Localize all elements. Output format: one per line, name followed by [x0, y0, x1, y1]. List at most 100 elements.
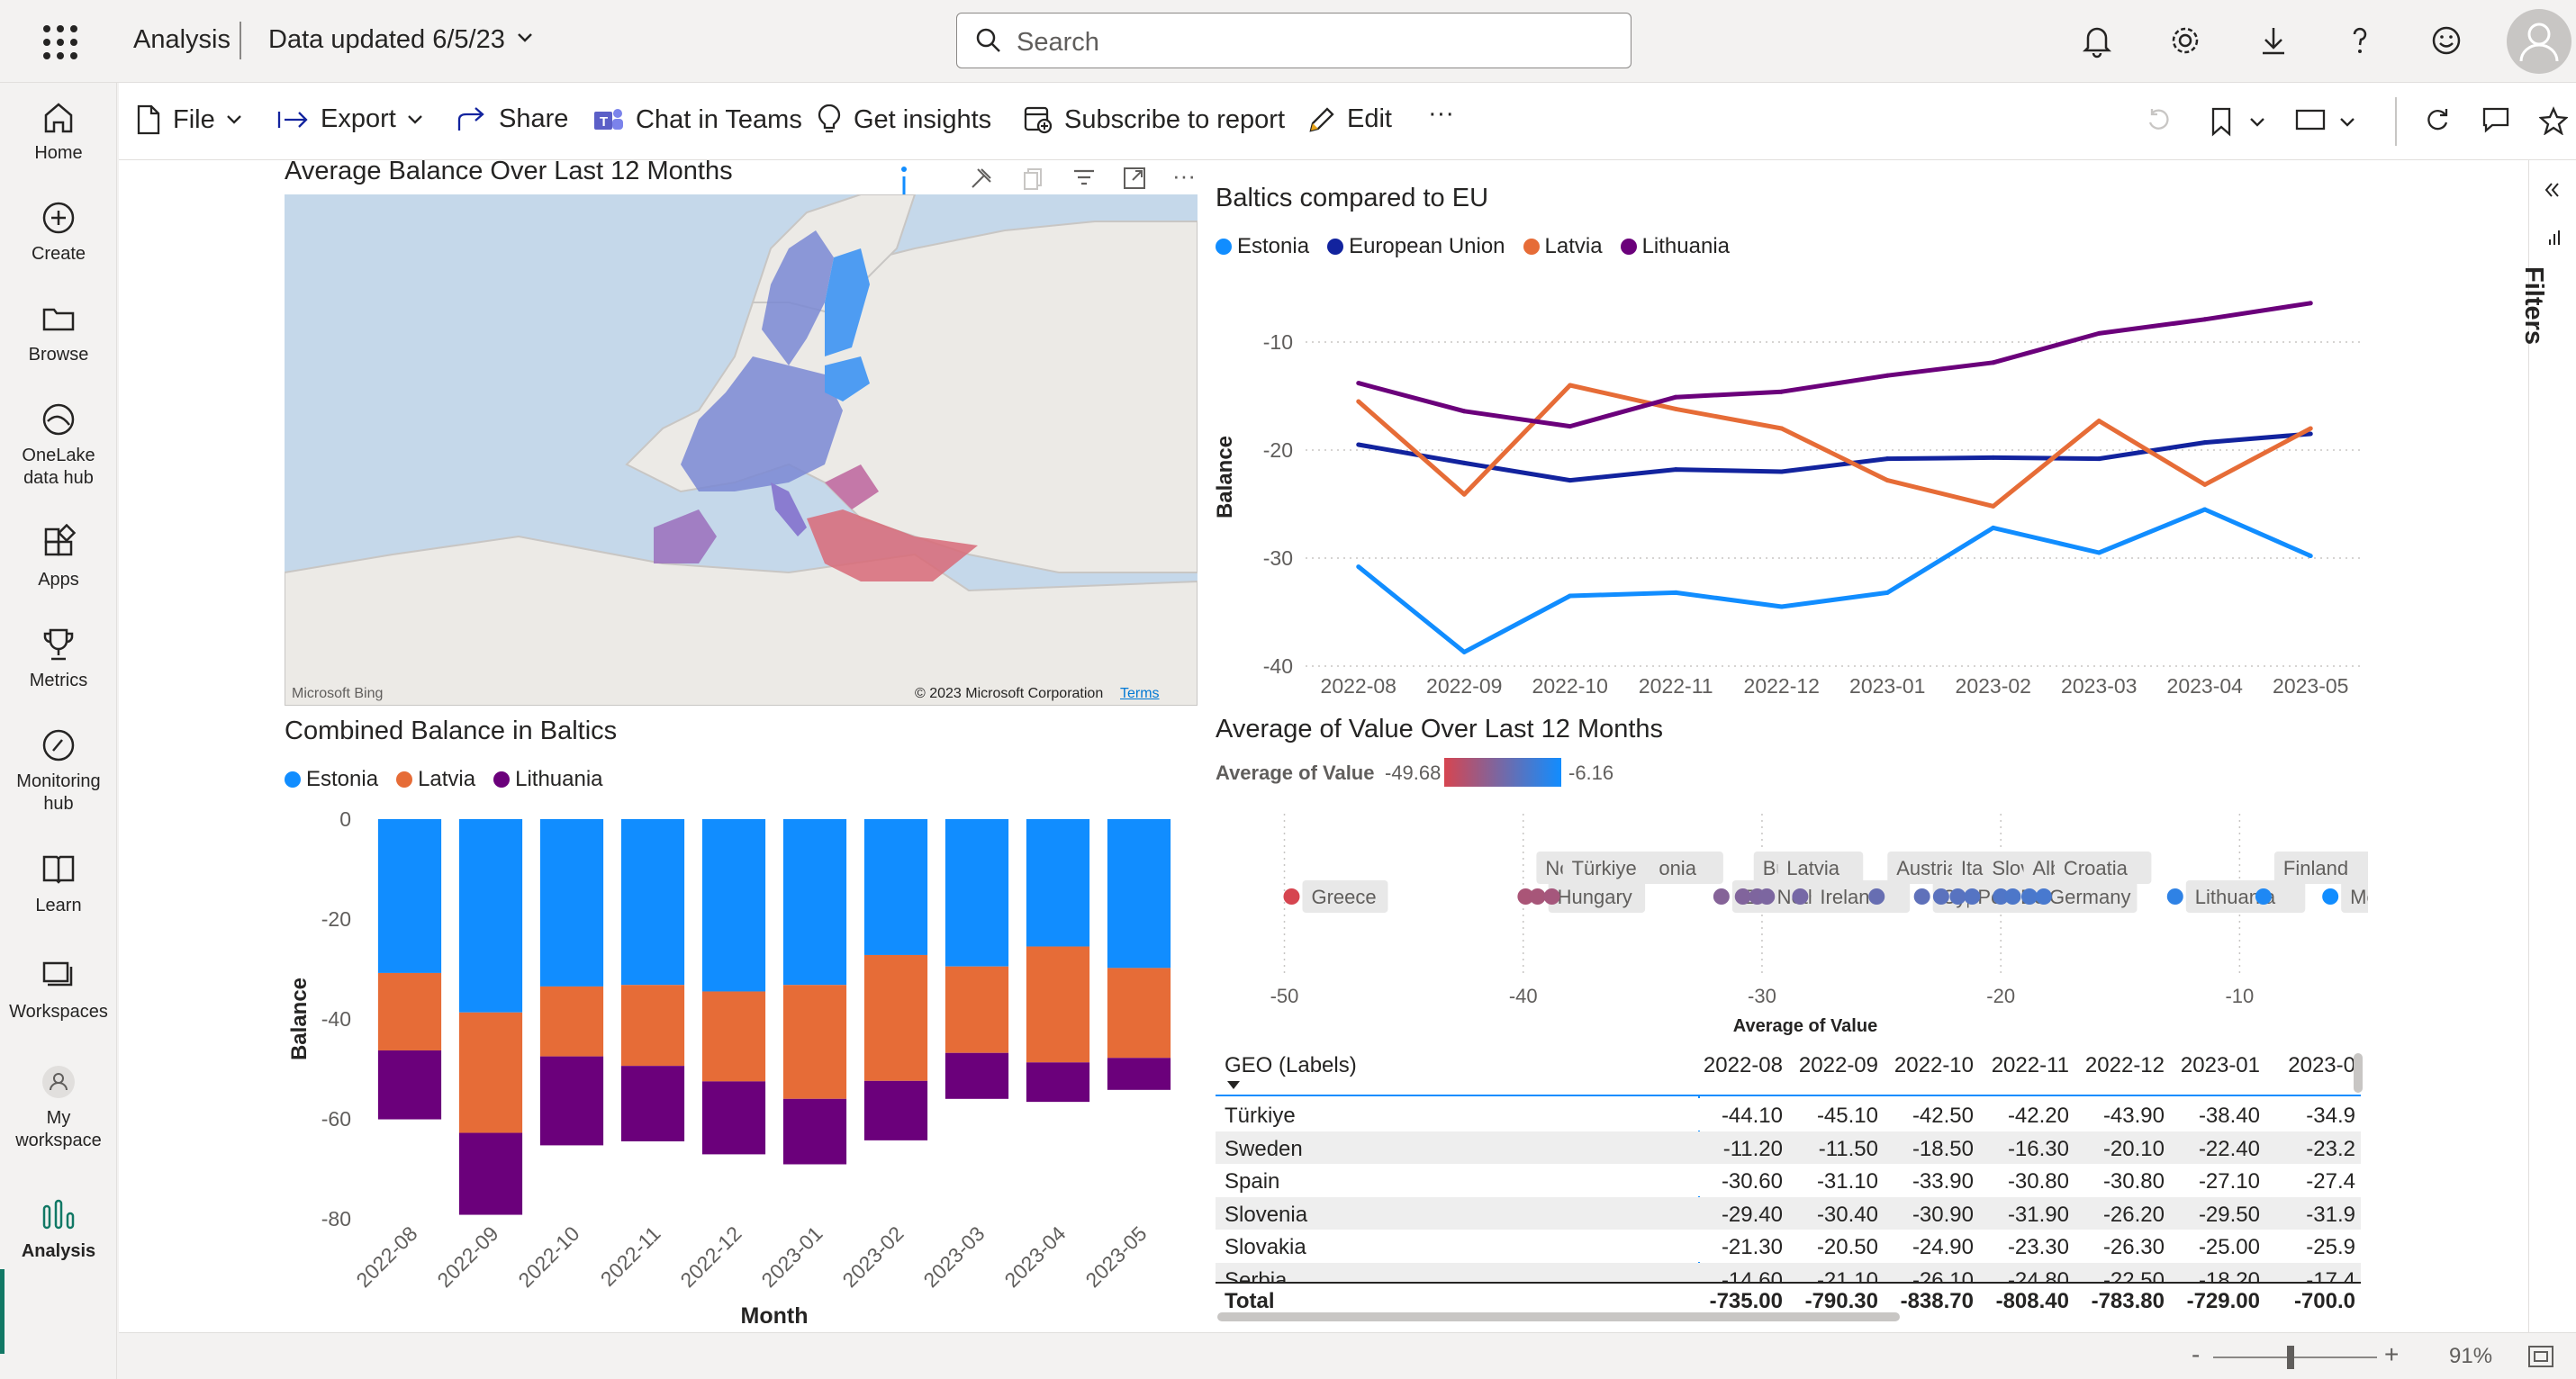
data-point — [2096, 550, 2101, 555]
chevron-down-icon[interactable] — [2249, 117, 2265, 128]
x-tick-label: 2022-09 — [432, 1221, 502, 1292]
table-cell: -33.90 — [1912, 1169, 1974, 1194]
search-input[interactable]: Search — [956, 13, 1631, 68]
nav-item-workspaces[interactable]: Workspaces — [0, 956, 117, 1023]
nav-item-create[interactable]: Create — [0, 198, 117, 266]
nav-item-learn[interactable]: Learn — [0, 850, 117, 917]
copy-visual-icon[interactable] — [1021, 166, 1046, 191]
view-icon[interactable] — [2294, 106, 2327, 133]
table-cell: -43.90 — [2102, 1104, 2165, 1128]
table-row[interactable]: Slovakia -21.30 -20.50 -24.90 -23.30 -26.30 -2… — [1216, 1230, 2361, 1262]
subscribe-button[interactable]: Subscribe to report — [1023, 104, 1285, 135]
table-cell: -30.80 — [2007, 1169, 2069, 1194]
bar-segment — [620, 985, 685, 1067]
table-row[interactable]: Spain -30.60 -31.10 -33.90 -30.80 -30.80 -27.1… — [1216, 1164, 2361, 1196]
y-tick-label: 0 — [339, 807, 351, 831]
top-bar: Analysis Data updated 6/5/23 Search — [0, 0, 2576, 83]
scatter-point — [1543, 888, 1560, 905]
reset-icon[interactable] — [2145, 106, 2172, 133]
download-icon[interactable] — [2255, 22, 2292, 59]
total-label: Total — [1225, 1289, 1275, 1313]
collapse-chevron-icon[interactable] — [2542, 180, 2562, 200]
share-button[interactable]: Share — [456, 104, 568, 134]
file-menu-button[interactable]: File — [135, 104, 242, 135]
chevron-down-icon[interactable] — [2339, 117, 2355, 128]
data-updated-label[interactable]: Data updated 6/5/23 — [268, 25, 505, 55]
data-point — [1461, 460, 1467, 465]
legend-item-lithuania[interactable]: Lithuania — [493, 767, 603, 792]
legend-item-eu[interactable]: European Union — [1327, 234, 1505, 259]
scatter-chart[interactable]: -50-40-30-20-10Average of ValueGreeceNor… — [1207, 796, 2368, 1039]
nav-item-apps[interactable]: Apps — [0, 524, 117, 591]
data-point — [1885, 478, 1890, 483]
comment-icon[interactable] — [2481, 106, 2510, 133]
table-row[interactable]: Türkiye -44.10 -45.10 -42.50 -42.20 -43.90 -38… — [1216, 1098, 2361, 1131]
legend-item-latvia[interactable]: Latvia — [396, 767, 475, 792]
chevron-down-icon[interactable] — [517, 32, 533, 43]
report-toolbar: File Export Share T Chat in Teams Get in… — [119, 83, 2576, 160]
bar-segment — [863, 819, 928, 955]
chat-in-teams-button[interactable]: T Chat in Teams — [592, 104, 802, 135]
table-row[interactable]: Slovenia -29.40 -30.40 -30.90 -31.90 -26.20 -2… — [1216, 1196, 2361, 1230]
x-tick-label: 2023-01 — [756, 1221, 827, 1292]
nav-item-browse[interactable]: Browse — [0, 299, 117, 366]
nav-item-analysis[interactable]: Analysis — [0, 1195, 117, 1263]
filter-icon[interactable] — [1071, 166, 1097, 191]
zoom-slider[interactable] — [2213, 1356, 2377, 1358]
line-chart-title: Baltics compared to EU — [1216, 184, 1489, 212]
zoom-in-button[interactable]: + — [2384, 1340, 2399, 1369]
y-tick-label: -10 — [1263, 330, 1293, 354]
bar-segment — [863, 1080, 928, 1140]
sort-descending-icon[interactable] — [1226, 1080, 1241, 1091]
more-options-button[interactable]: ··· — [1428, 99, 1454, 129]
scatter-point — [1949, 888, 1966, 905]
gradient-legend-label: Average of Value — [1216, 762, 1375, 784]
nav-item-my-workspace[interactable]: My workspace — [0, 1062, 117, 1152]
matrix-table[interactable]: GEO (Labels) 2022-08 2022-09 2022-10 2022-11… — [1216, 1044, 2361, 1314]
horizontal-scrollbar[interactable] — [1217, 1312, 1900, 1321]
focus-mode-icon[interactable] — [1122, 166, 1147, 191]
gear-icon[interactable] — [2166, 22, 2204, 59]
data-point — [1673, 406, 1678, 411]
get-insights-button[interactable]: Get insights — [816, 104, 991, 135]
avatar[interactable] — [2507, 9, 2571, 74]
favorite-star-icon[interactable] — [2539, 106, 2568, 135]
y-tick-label: -60 — [321, 1107, 351, 1131]
line-chart[interactable]: -10 -20 -30 -40 2022-08 2022-09 2022-10 2022-11… — [1207, 270, 2377, 702]
filters-label[interactable]: Filters — [2518, 266, 2548, 345]
pin-icon[interactable] — [969, 166, 994, 191]
nav-item-home[interactable]: Home — [0, 97, 117, 165]
bell-icon[interactable] — [2078, 22, 2116, 59]
map-terms-link[interactable]: Terms — [1120, 686, 1160, 702]
nav-item-onelake[interactable]: OneLake data hub — [0, 400, 117, 490]
x-tick-label: 2022-10 — [513, 1221, 583, 1292]
nav-item-metrics[interactable]: Metrics — [0, 625, 117, 692]
legend-item-estonia[interactable]: Estonia — [285, 767, 378, 792]
zoom-out-button[interactable]: - — [2192, 1340, 2200, 1369]
column-header: 2022-10 — [1894, 1053, 1974, 1077]
fit-to-page-icon[interactable] — [2526, 1344, 2555, 1369]
bar-chart[interactable]: 0-20-40-60-802022-08 2022-09 2022-10 2022-1… — [270, 801, 1189, 1332]
workspaces-icon — [42, 961, 73, 987]
zoom-slider-thumb[interactable] — [2287, 1346, 2294, 1369]
legend-item-estonia[interactable]: Estonia — [1216, 234, 1309, 259]
app-launcher-icon[interactable] — [40, 22, 77, 59]
refresh-icon[interactable] — [2424, 106, 2451, 133]
table-cell: -30.90 — [1912, 1202, 1974, 1227]
edit-button[interactable]: Edit — [1307, 104, 1392, 134]
nav-item-monitoring[interactable]: Monitoring hub — [0, 726, 117, 816]
vertical-scrollbar[interactable] — [2354, 1053, 2363, 1093]
data-point — [1885, 590, 1890, 595]
legend-item-latvia[interactable]: Latvia — [1523, 234, 1603, 259]
feedback-smiley-icon[interactable] — [2427, 22, 2465, 59]
legend-item-lithuania[interactable]: Lithuania — [1620, 234, 1730, 259]
export-menu-button[interactable]: Export — [277, 104, 423, 134]
info-icon[interactable] — [895, 166, 913, 196]
visual-more-options-icon[interactable]: ··· — [1172, 162, 1196, 190]
app-name[interactable]: Analysis — [133, 25, 230, 55]
help-icon[interactable] — [2341, 22, 2379, 59]
bookmark-icon[interactable] — [2208, 106, 2235, 137]
table-row[interactable]: Sweden -11.20 -11.50 -18.50 -16.30 -20.10 -22.… — [1216, 1131, 2361, 1164]
filled-map[interactable]: Microsoft Bing © 2023 Microsoft Corporat… — [285, 194, 1198, 706]
bar-segment — [620, 819, 685, 986]
